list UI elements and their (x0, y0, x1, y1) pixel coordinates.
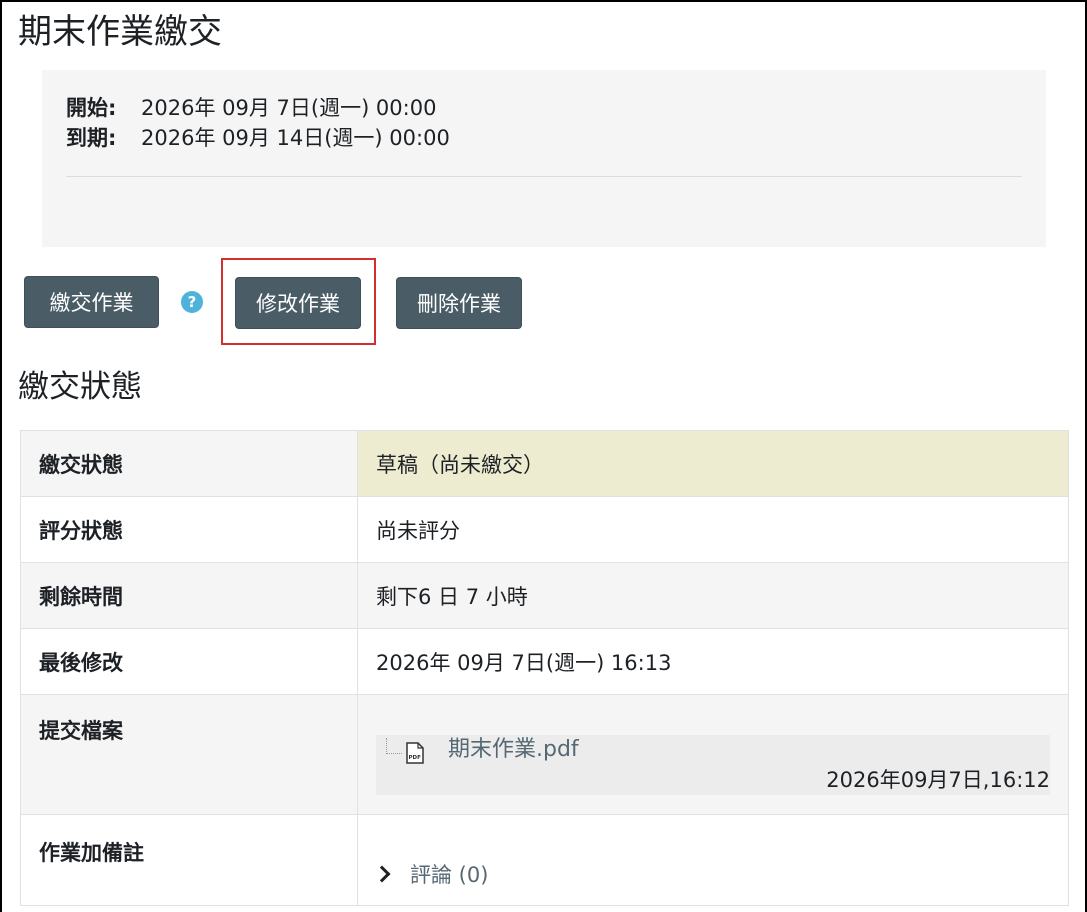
submitted-file-link[interactable]: 期末作業.pdf (448, 735, 579, 765)
last-modified-value: 2026年 09月 7日(週一) 16:13 (357, 628, 1069, 695)
submission-status-table: 繳交狀態 草稿（尚未繳交） 評分狀態 尚未評分 剩餘時間 剩下6 日 7 小時 … (20, 430, 1069, 906)
grading-status-value: 尚未評分 (357, 496, 1069, 563)
file-timestamp: 2026年09月7日,16:12 (826, 768, 1050, 792)
time-remaining-value: 剩下6 日 7 小時 (357, 562, 1069, 629)
grading-status-label: 評分狀態 (20, 496, 358, 563)
dates-divider (66, 176, 1022, 177)
submission-status-label: 繳交狀態 (20, 430, 358, 497)
comments-label: 評論 (0) (410, 863, 489, 887)
table-row-last-modified: 最後修改 2026年 09月 7日(週一) 16:13 (20, 628, 1069, 695)
chevron-right-icon (373, 865, 391, 883)
file-submissions-cell: PDF 期末作業.pdf 2026年09月7日,16:12 (357, 694, 1069, 815)
pdf-file-icon: PDF (406, 742, 424, 764)
time-remaining-label: 剩餘時間 (20, 562, 358, 629)
delete-assignment-button[interactable]: 刪除作業 (396, 277, 522, 329)
submit-assignment-button[interactable]: 繳交作業 (24, 276, 159, 328)
help-icon[interactable]: ? (181, 291, 203, 313)
edit-assignment-button[interactable]: 修改作業 (235, 277, 361, 329)
open-date-value: 2026年 09月 7日(週一) 00:00 (141, 96, 437, 120)
due-date-row: 到期: 2026年 09月 14日(週一) 00:00 (66, 123, 450, 153)
open-date-row: 開始: 2026年 09月 7日(週一) 00:00 (66, 93, 436, 123)
last-modified-label: 最後修改 (20, 628, 358, 695)
table-row-grading-status: 評分狀態 尚未評分 (20, 496, 1069, 563)
page-title: 期末作業繳交 (18, 12, 222, 52)
open-date-label: 開始: (66, 96, 117, 120)
tree-connector (386, 738, 402, 754)
file-entry: PDF 期末作業.pdf 2026年09月7日,16:12 (376, 735, 1050, 795)
due-date-label: 到期: (66, 126, 117, 150)
comments-toggle[interactable]: 評論 (0) (373, 859, 1050, 889)
submission-status-value: 草稿（尚未繳交） (357, 430, 1069, 497)
submission-status-heading: 繳交狀態 (18, 369, 142, 405)
due-date-value: 2026年 09月 14日(週一) 00:00 (141, 126, 450, 150)
svg-text:PDF: PDF (409, 755, 422, 761)
table-row-file-submissions: 提交檔案 PDF 期末作業.pdf 2026年09月7日,16:12 (20, 694, 1069, 815)
dates-panel: 開始: 2026年 09月 7日(週一) 00:00 到期: 2026年 09月 1… (42, 70, 1046, 247)
file-submissions-label: 提交檔案 (20, 694, 358, 815)
submission-comments-label: 作業加備註 (20, 814, 358, 906)
table-row-submission-comments: 作業加備註 評論 (0) (20, 814, 1069, 906)
table-row-submission-status: 繳交狀態 草稿（尚未繳交） (20, 430, 1069, 497)
submission-comments-cell: 評論 (0) (357, 814, 1069, 906)
table-row-time-remaining: 剩餘時間 剩下6 日 7 小時 (20, 562, 1069, 629)
